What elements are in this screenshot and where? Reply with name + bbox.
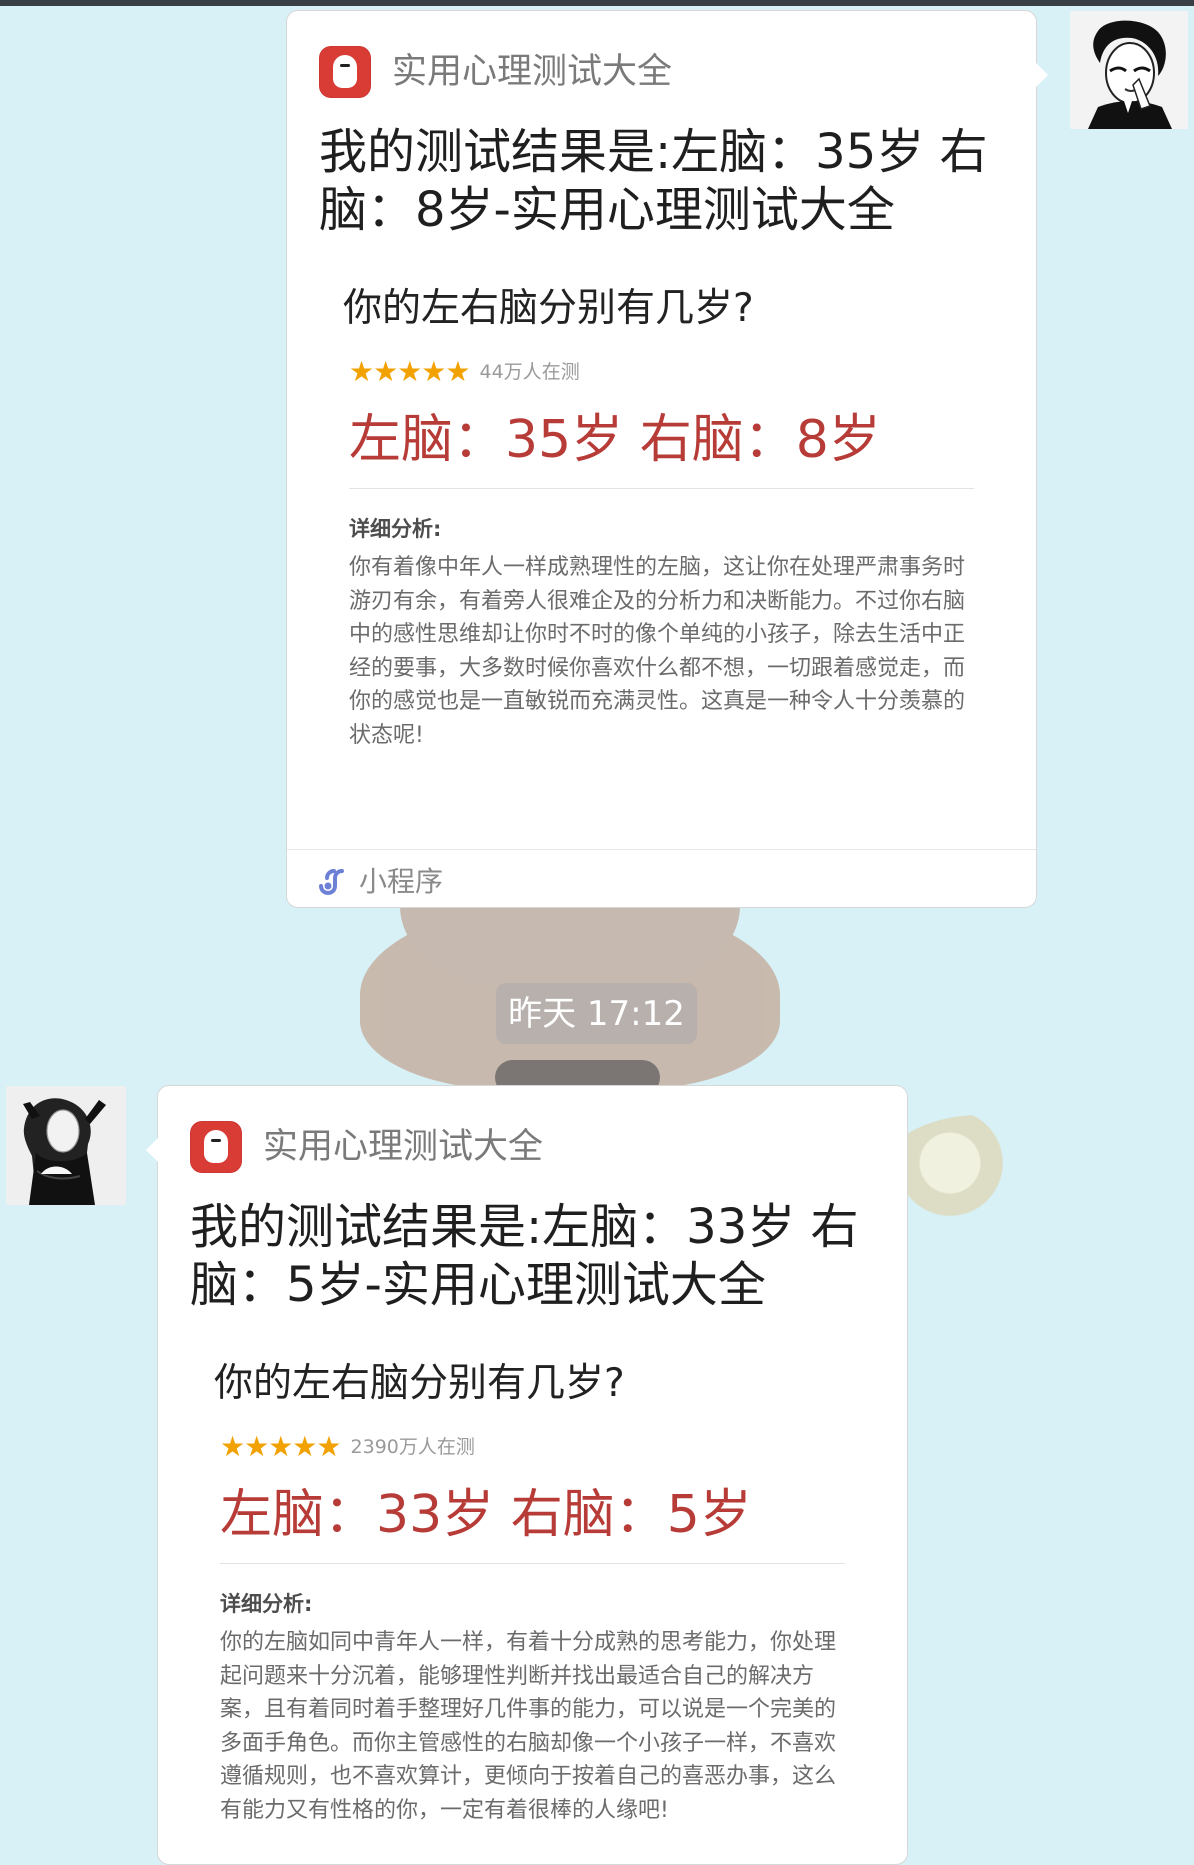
analysis-text: 你有着像中年人一样成熟理性的左脑，这让你在处理严肃事务时游刃有余，有着旁人很难企… (349, 555, 966, 748)
result-text: 左脑：35岁 右脑：8岁 (349, 410, 881, 470)
mini-program-card-right[interactable]: 实用心理测试大全 我的测试结果是:左脑：35岁 右脑：8岁-实用心理测试大全 你… (286, 10, 1048, 908)
footer-divider (287, 849, 1036, 850)
baymax-logo-icon (319, 46, 371, 98)
background-decoration (880, 1115, 1080, 1235)
mini-program-icon (319, 869, 344, 896)
rating-row: ★★★★★ 44万人在测 (349, 358, 580, 386)
rating-row: ★★★★★ 2390万人在测 (220, 1433, 475, 1461)
mini-program-header: 实用心理测试大全 (319, 46, 672, 98)
mini-program-header: 实用心理测试大全 (190, 1121, 543, 1173)
star-rating-icon: ★★★★★ (349, 355, 471, 388)
result-text: 左脑：33岁 右脑：5岁 (220, 1485, 752, 1545)
baymax-logo-icon (190, 1121, 242, 1173)
mini-program-name: 实用心理测试大全 (392, 51, 673, 92)
avatar-man-icon (1070, 11, 1188, 129)
analysis-label: 详细分析: (349, 517, 442, 541)
share-title: 我的测试结果是:左脑：33岁 右脑：5岁-实用心理测试大全 (190, 1199, 859, 1313)
participant-count: 2390万人在测 (350, 1435, 475, 1458)
mini-program-name: 实用心理测试大全 (263, 1126, 544, 1167)
avatar-woman-icon (6, 1086, 126, 1205)
mini-program-label: 小程序 (359, 865, 444, 898)
mini-program-footer: 小程序 (315, 866, 443, 898)
share-title: 我的测试结果是:左脑：35岁 右脑：8岁-实用心理测试大全 (319, 124, 988, 238)
analysis-label: 详细分析: (220, 1592, 313, 1616)
analysis-text: 你的左脑如同中青年人一样，有着十分成熟的思考能力，你处理起问题来十分沉着，能够理… (220, 1630, 837, 1823)
avatar-right[interactable] (1070, 11, 1188, 129)
star-rating-icon: ★★★★★ (220, 1430, 342, 1463)
timestamp-pill: 昨天 17:12 (496, 983, 697, 1044)
divider (220, 1563, 845, 1564)
participant-count: 44万人在测 (479, 360, 580, 383)
avatar-left[interactable] (6, 1086, 126, 1205)
divider (349, 488, 974, 489)
quiz-title: 你的左右脑分别有几岁? (214, 1361, 625, 1406)
quiz-title: 你的左右脑分别有几岁? (343, 286, 754, 331)
mini-program-card-left[interactable]: 实用心理测试大全 我的测试结果是:左脑：33岁 右脑：5岁-实用心理测试大全 你… (146, 1085, 908, 1865)
status-strip (0, 0, 1194, 6)
